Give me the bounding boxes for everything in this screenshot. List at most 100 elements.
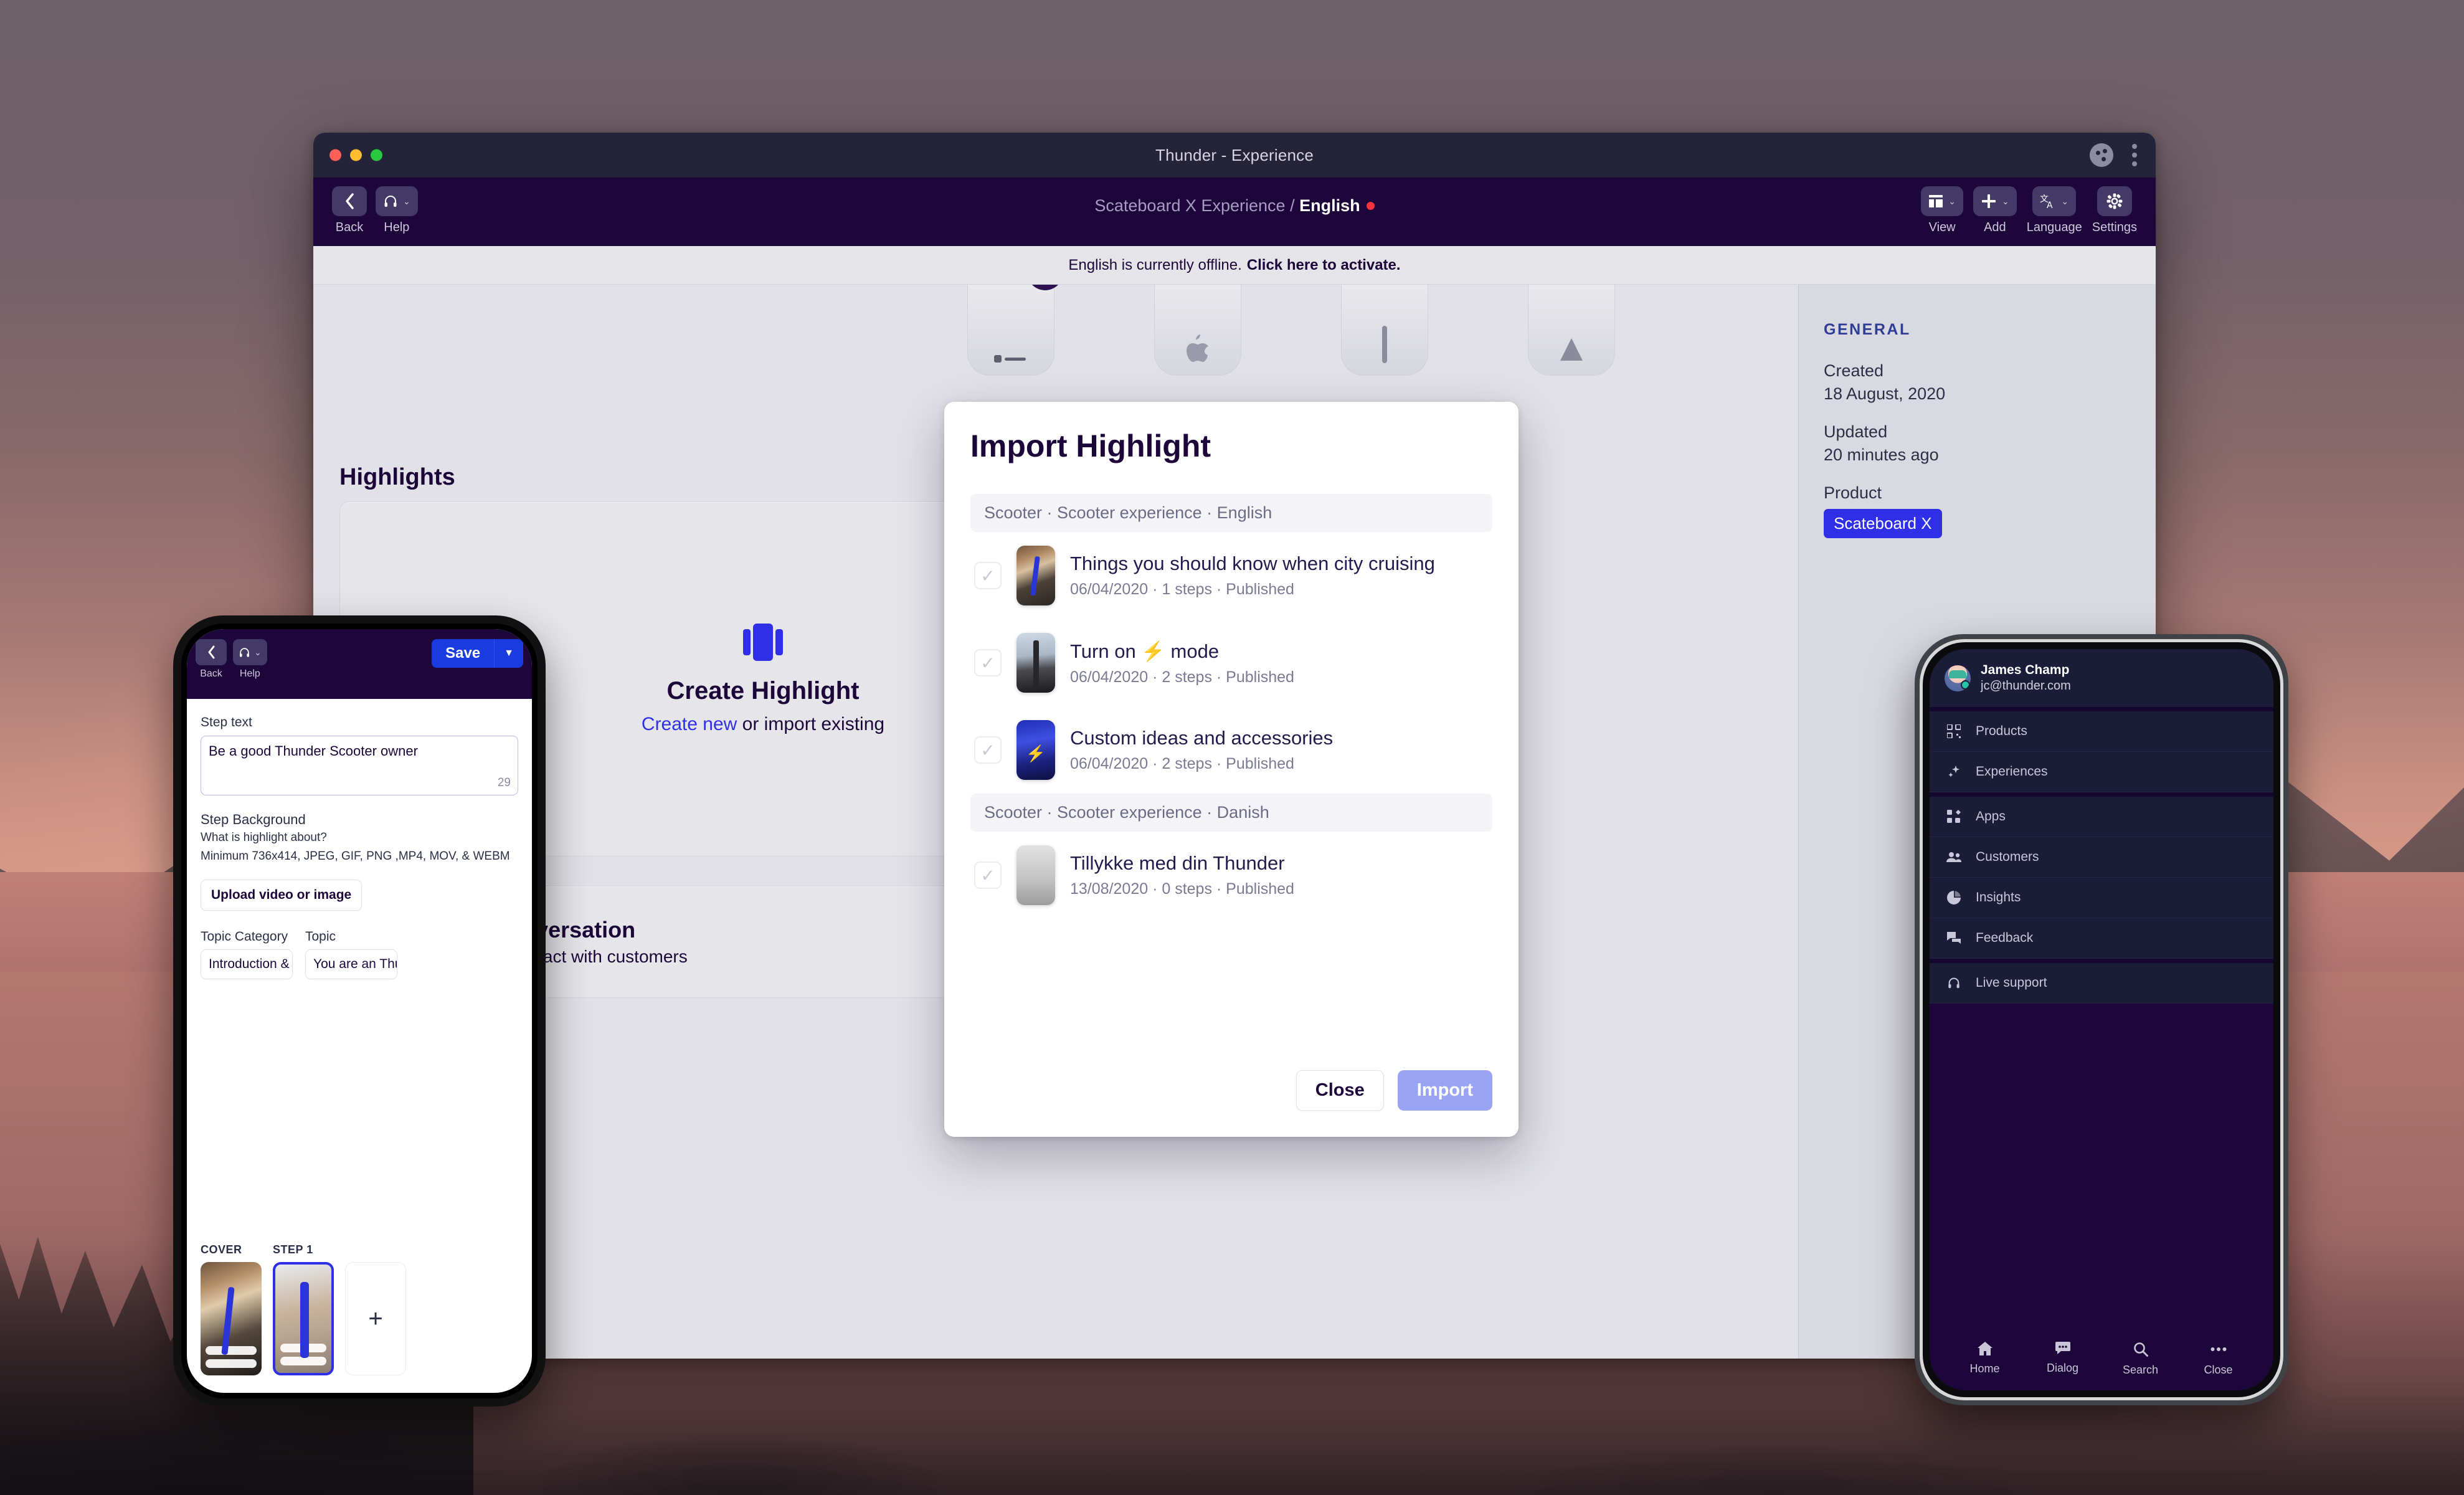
cover-thumbnail[interactable] — [201, 1262, 262, 1375]
cover-caption: COVER — [201, 1243, 242, 1256]
updated-label: Updated — [1824, 422, 1888, 441]
table-row[interactable]: ✓ Turn on ⚡ mode 06/04/2020 · 2 steps · … — [970, 619, 1492, 706]
nav-dialog[interactable]: Dialog — [2024, 1342, 2102, 1377]
topic-category-select[interactable]: Introduction & ⌄ — [201, 949, 293, 980]
sidebar-item-label: Live support — [1976, 975, 2047, 990]
sidebar-item-products[interactable]: Products — [1930, 707, 2273, 752]
offline-banner-message: English is currently offline. — [1068, 256, 1242, 273]
phone-mockup-left: Back ⌄ Help Save ▼ Step text Be a good T… — [173, 615, 546, 1407]
add-step-button[interactable]: + — [345, 1262, 406, 1375]
close-window-button[interactable] — [329, 149, 341, 161]
gear-glyph — [2106, 193, 2123, 209]
phone-left-form: Step text Be a good Thunder Scooter owne… — [187, 699, 532, 980]
sidebar-item-insights[interactable]: Insights — [1930, 878, 2273, 918]
sidebar-item-customers[interactable]: Customers — [1930, 837, 2273, 878]
step-1-thumbnail[interactable] — [273, 1262, 334, 1375]
save-button[interactable]: Save — [432, 639, 495, 668]
import-button[interactable]: Import — [1397, 1070, 1492, 1111]
headset-icon[interactable]: ⌄ — [233, 639, 267, 665]
close-button[interactable]: Close — [1296, 1070, 1384, 1111]
table-row[interactable]: ✓ Things you should know when city cruis… — [970, 532, 1492, 619]
phone-help-button[interactable]: ⌄ Help — [233, 639, 267, 680]
user-name: James Champ — [1981, 663, 2070, 677]
toolbar-add[interactable]: ⌄ Add — [1973, 186, 2017, 235]
offline-banner[interactable]: English is currently offline. Click here… — [313, 246, 2156, 285]
toolbar-help[interactable]: ⌄ Help — [376, 186, 418, 235]
pie-chart-icon — [1946, 891, 1962, 904]
step-caption: STEP 1 — [273, 1243, 313, 1256]
toolbar-back[interactable]: Back — [332, 186, 367, 235]
breadcrumb-parent[interactable]: Scateboard X Experience — [1094, 196, 1285, 215]
chevron-down-icon: ⌄ — [2002, 196, 2009, 206]
row-checkbox[interactable]: ✓ — [974, 736, 1002, 764]
sidebar-item-live-support[interactable]: Live support — [1930, 959, 2273, 1004]
chevron-down-icon: ⌄ — [254, 647, 262, 657]
kebab-menu-icon[interactable] — [2132, 144, 2137, 166]
phone-right-spacer — [1930, 1004, 2273, 1332]
sidebar-item-experiences[interactable]: Experiences — [1930, 752, 2273, 792]
thumb-text-bars — [206, 1342, 257, 1368]
cookie-icon[interactable] — [2090, 143, 2113, 167]
breadcrumb-current[interactable]: English — [1299, 196, 1360, 215]
row-checkbox[interactable]: ✓ — [974, 649, 1002, 676]
product-badge[interactable]: Scateboard X — [1824, 509, 1942, 538]
nav-search-label: Search — [2122, 1364, 2159, 1376]
sidebar-item-apps[interactable]: Apps — [1930, 792, 2273, 837]
table-row[interactable]: ✓ Tillykke med din Thunder 13/08/2020 · … — [970, 832, 1492, 919]
phone-left-screen: Back ⌄ Help Save ▼ Step text Be a good T… — [187, 629, 532, 1393]
phone-preview-1[interactable]: 0 — [967, 285, 1063, 376]
step-text-input[interactable]: Be a good Thunder Scooter owner 29 — [201, 736, 518, 795]
layout-icon[interactable]: ⌄ — [1921, 186, 1964, 216]
chevron-left-icon[interactable] — [196, 639, 227, 665]
traffic-lights[interactable] — [329, 149, 382, 161]
row-checkbox[interactable]: ✓ — [974, 562, 1002, 589]
sidebar-item-label: Experiences — [1976, 764, 2048, 779]
chevron-left-icon[interactable] — [332, 186, 367, 216]
zoom-window-button[interactable] — [371, 149, 382, 161]
save-split-button[interactable]: Save ▼ — [432, 639, 523, 668]
sidebar-heading: GENERAL — [1824, 321, 1911, 338]
plus-glyph — [1982, 194, 1996, 208]
chevron-down-icon: ⌄ — [403, 196, 410, 206]
phone-preview-2[interactable] — [1154, 285, 1241, 376]
toolbar-settings[interactable]: Settings — [2092, 186, 2137, 235]
sidebar-item-label: Customers — [1976, 850, 2039, 864]
badge-count: 0 — [1027, 285, 1063, 290]
row-thumbnail — [1016, 546, 1055, 605]
topic-label: Topic — [305, 929, 336, 944]
toolbar-language[interactable]: 文A ⌄ Language — [2027, 186, 2082, 235]
plus-icon[interactable]: ⌄ — [1973, 186, 2017, 216]
topic-category-value: Introduction & — [209, 957, 290, 972]
sidebar-item-feedback[interactable]: Feedback — [1930, 918, 2273, 959]
nav-home[interactable]: Home — [1946, 1342, 2024, 1377]
toolbar-back-label: Back — [335, 221, 364, 234]
row-title: Turn on ⚡ mode — [1070, 640, 1220, 662]
nav-close-label: Close — [2204, 1364, 2233, 1376]
minimize-window-button[interactable] — [350, 149, 362, 161]
upload-button[interactable]: Upload video or image — [201, 880, 362, 911]
topic-select[interactable]: You are an Thu ⌄ — [305, 949, 397, 980]
activate-link[interactable]: Click here to activate. — [1247, 257, 1401, 274]
user-profile-row[interactable]: James Champ jc@thunder.com — [1930, 649, 2273, 707]
headset-icon[interactable]: ⌄ — [376, 186, 418, 216]
window-titlebar: Thunder - Experience — [313, 133, 2156, 178]
modal-footer: Close Import — [970, 1048, 1492, 1137]
phone-back-button[interactable]: Back — [196, 639, 227, 680]
search-icon — [2133, 1342, 2148, 1359]
toolbar-view[interactable]: ⌄ View — [1921, 186, 1964, 235]
avatar — [1945, 665, 1971, 691]
phone-preview-4[interactable] — [1528, 285, 1615, 376]
create-new-link[interactable]: Create new — [642, 714, 737, 734]
row-checkbox[interactable]: ✓ — [974, 861, 1002, 889]
phone-preview-3[interactable] — [1341, 285, 1428, 376]
nav-close[interactable]: Close — [2179, 1342, 2257, 1377]
phone-right-screen: James Champ jc@thunder.com Products Expe… — [1930, 649, 2273, 1390]
sidebar-item-label: Apps — [1976, 809, 2006, 823]
gear-icon[interactable] — [2097, 186, 2132, 216]
phone-mockup-right: James Champ jc@thunder.com Products Expe… — [1915, 634, 2288, 1405]
nav-search[interactable]: Search — [2102, 1342, 2179, 1377]
table-row[interactable]: ✓ Custom ideas and accessories 06/04/202… — [970, 706, 1492, 794]
translate-icon[interactable]: 文A ⌄ — [2032, 186, 2077, 216]
save-dropdown-caret-icon[interactable]: ▼ — [495, 639, 523, 668]
toolbar-breadcrumb: Scateboard X Experience / English — [313, 196, 2156, 216]
